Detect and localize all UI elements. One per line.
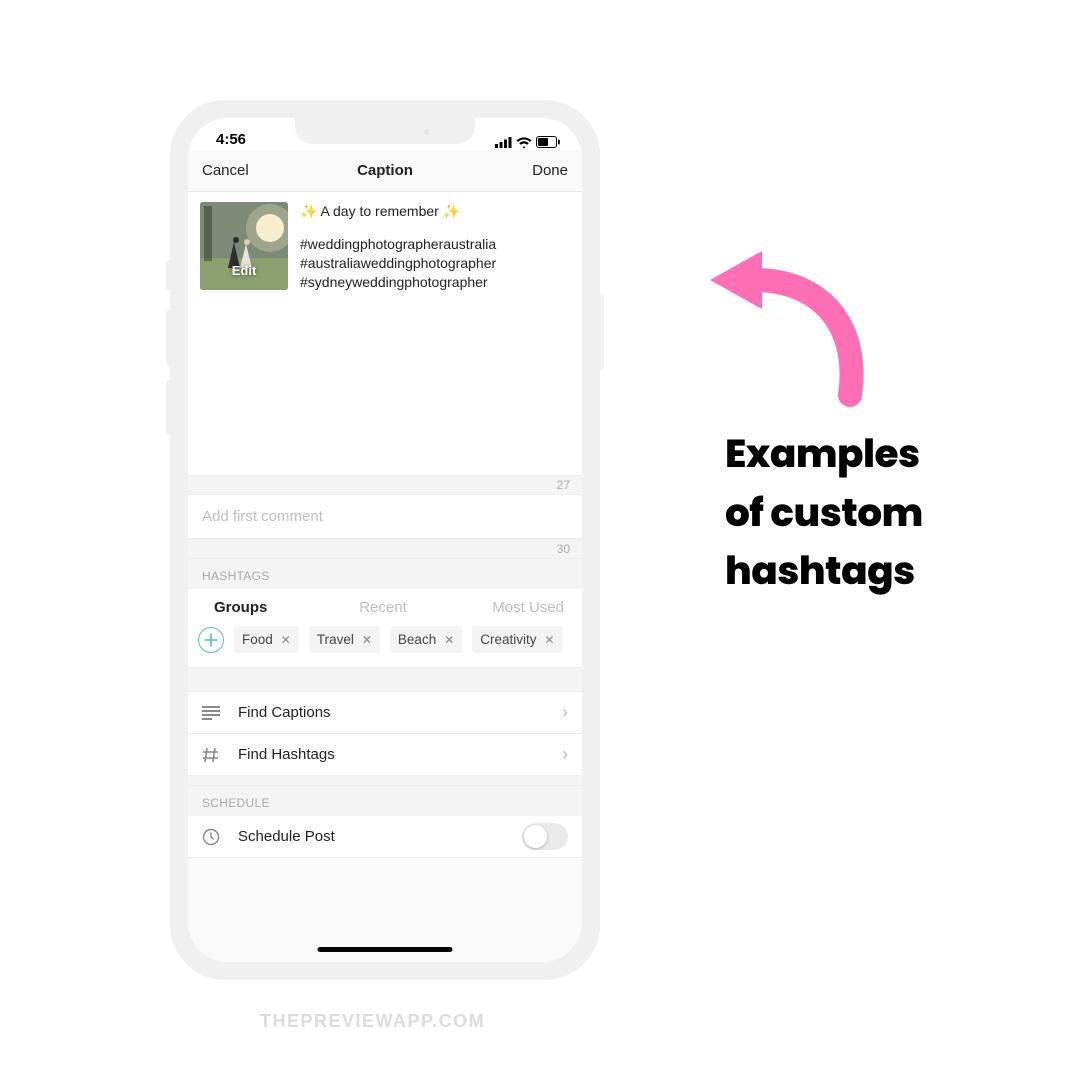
tab-most-used[interactable]: Most Used [443,599,568,616]
tab-groups[interactable]: Groups [202,599,323,616]
page-title: Caption [357,162,413,179]
caption-line: ✨ A day to remember ✨ [300,202,496,221]
chip-label: Beach [398,632,436,647]
close-icon[interactable]: ✕ [444,633,454,647]
volume-up [166,310,172,365]
caption-hashtag: #australiaweddingphotographer [300,254,496,273]
caption-blank [300,221,496,235]
chip-travel[interactable]: Travel ✕ [309,626,380,653]
hashtag-tabs: Groups Recent Most Used [188,589,582,626]
find-hashtags-row[interactable]: Find Hashtags › [188,734,582,776]
comment-counter: 30 [188,539,582,559]
caption-text[interactable]: ✨ A day to remember ✨ #weddingphotograph… [300,202,496,292]
chevron-right-icon: › [562,744,568,765]
first-comment-placeholder: Add first comment [202,508,323,525]
hashtag-groups: Food ✕ Travel ✕ Beach ✕ Creativity ✕ [188,626,582,668]
caption-counter: 27 [188,475,582,495]
schedule-post-row: Schedule Post [188,816,582,858]
schedule-post-label: Schedule Post [238,828,335,845]
first-comment-input[interactable]: Add first comment [188,495,582,539]
schedule-toggle[interactable] [522,823,568,850]
chip-label: Food [242,632,273,647]
divider [188,776,582,786]
screen: 4:56 Cancel Caption Done [188,118,582,962]
close-icon[interactable]: ✕ [281,633,291,647]
power-button [598,295,604,370]
annotation-line: Examples [725,425,923,484]
comment-count: 30 [557,542,570,556]
caption-hashtag: #sydneyweddingphotographer [300,273,496,292]
spacer [188,292,582,476]
lines-icon [202,706,220,720]
chevron-right-icon: › [562,702,568,723]
watermark: THEPREVIEWAPP.COM [260,1011,485,1032]
hashtags-section-label: HASHTAGS [188,559,582,589]
phone-frame: 4:56 Cancel Caption Done [170,100,600,980]
post-thumbnail[interactable]: Edit [200,202,288,290]
hashtag-icon [202,746,220,764]
chip-creativity[interactable]: Creativity ✕ [472,626,562,653]
notch [295,118,475,144]
chip-label: Travel [317,632,354,647]
clock-icon [202,828,220,846]
home-indicator [318,947,453,952]
find-hashtags-label: Find Hashtags [238,746,335,763]
annotation-text: Examples of custom hashtags [725,425,923,601]
status-icons [495,136,560,148]
close-icon[interactable]: ✕ [362,633,372,647]
add-group-button[interactable] [198,627,224,653]
caption-hashtag: #weddingphotographeraustralia [300,235,496,254]
caption-area: Edit ✨ A day to remember ✨ #weddingphoto… [188,192,582,292]
nav-bar: Cancel Caption Done [188,150,582,192]
annotation-line: of custom [725,484,923,543]
edit-label: Edit [200,263,288,278]
tab-recent[interactable]: Recent [323,599,444,616]
divider [188,668,582,692]
close-icon[interactable]: ✕ [545,633,555,647]
arrow-icon [690,245,870,415]
plus-icon [204,633,218,647]
schedule-section-label: SCHEDULE [188,786,582,816]
chip-label: Creativity [480,632,536,647]
cancel-button[interactable]: Cancel [202,162,262,179]
wifi-icon [516,137,532,148]
chip-food[interactable]: Food ✕ [234,626,299,653]
mute-switch [166,260,172,290]
cellular-icon [495,137,512,148]
find-captions-row[interactable]: Find Captions › [188,692,582,734]
find-captions-label: Find Captions [238,704,331,721]
annotation-line: hashtags [725,542,923,601]
caption-count: 27 [557,478,570,492]
battery-icon [536,136,560,148]
done-button[interactable]: Done [508,162,568,179]
chip-beach[interactable]: Beach ✕ [390,626,462,653]
status-time: 4:56 [216,131,246,148]
volume-down [166,380,172,435]
